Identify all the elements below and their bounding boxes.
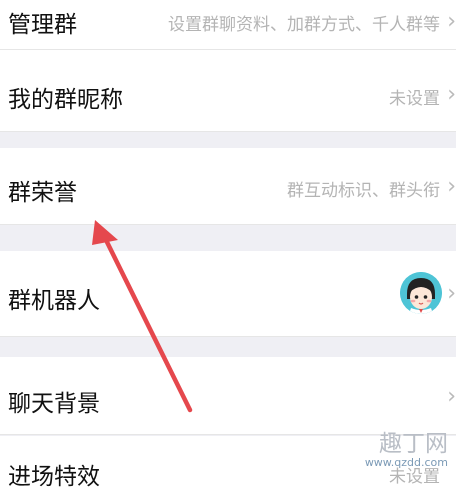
settings-row-group-honor[interactable]: 群荣誉 群互动标识、群头衔 ›	[0, 148, 456, 225]
watermark: 趣丁网 www.qzdd.com	[365, 424, 448, 469]
settings-row-group-robot[interactable]: 群机器人 ›	[0, 251, 456, 337]
group-robot-title: 群机器人	[8, 288, 100, 314]
manage-group-value: 设置群聊资料、加群方式、千人群等	[168, 15, 440, 35]
watermark-text: 趣丁网	[379, 431, 448, 457]
chevron-right-icon: ›	[447, 174, 456, 199]
next-row-title: 进场特效	[8, 464, 100, 490]
manage-group-title: 管理群	[8, 12, 77, 38]
robot-avatar-icon	[400, 272, 442, 314]
group-honor-value: 群互动标识、群头衔	[287, 181, 440, 201]
my-nickname-value: 未设置	[389, 89, 440, 109]
my-nickname-title: 我的群昵称	[8, 87, 123, 113]
group-honor-title: 群荣誉	[8, 180, 77, 206]
chat-background-title: 聊天背景	[8, 391, 100, 417]
settings-row-my-nickname[interactable]: 我的群昵称 未设置 ›	[0, 50, 456, 132]
chevron-right-icon: ›	[447, 9, 456, 34]
chevron-right-icon: ›	[447, 281, 456, 306]
chevron-right-icon: ›	[447, 82, 456, 107]
watermark-url: www.qzdd.com	[364, 456, 448, 469]
settings-row-manage-group[interactable]: 管理群 设置群聊资料、加群方式、千人群等 ›	[0, 0, 456, 50]
chevron-right-icon: ›	[447, 384, 456, 409]
